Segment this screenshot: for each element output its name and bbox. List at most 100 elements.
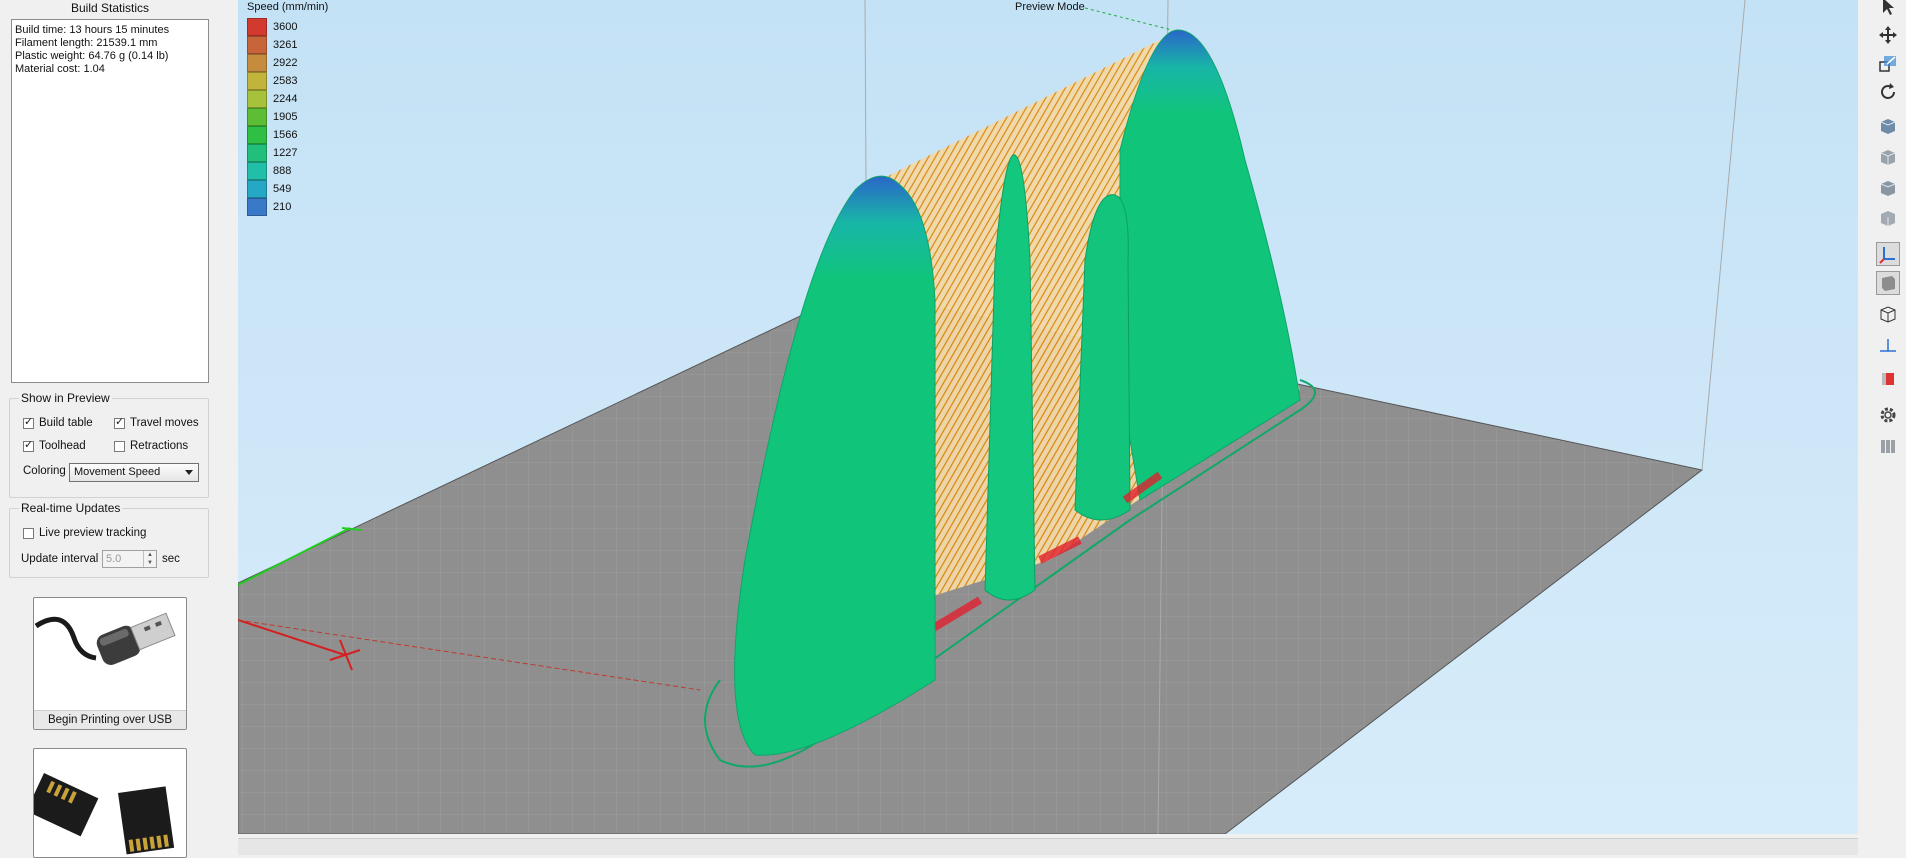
axes-icon: [1879, 247, 1895, 264]
checkbox-box[interactable]: [23, 527, 34, 539]
legend-swatch: [247, 54, 267, 72]
show-in-preview-title: Show in Preview: [19, 391, 112, 405]
columns-icon: [1881, 440, 1895, 453]
cross-section-button[interactable]: [1876, 367, 1900, 391]
legend-value: 1905: [273, 111, 298, 123]
legend-value: 1566: [273, 129, 298, 141]
legend-value: 2583: [273, 75, 298, 87]
right-toolbar: [1866, 0, 1906, 854]
update-interval-spinbox[interactable]: 5.0 ▲ ▼: [102, 550, 157, 568]
checkbox-box[interactable]: ✓: [23, 439, 34, 452]
legend-swatch: [247, 144, 267, 162]
usb-cable-icon: [34, 612, 176, 665]
legend-value: 210: [273, 201, 292, 213]
build-time-text: Build time: 13 hours 15 minutes: [15, 24, 170, 36]
update-interval-unit: sec: [162, 553, 180, 565]
speed-legend: Speed (mm/min) 3600 3261 2922 2583 2244 1905 1…: [247, 0, 328, 216]
coloring-dropdown[interactable]: Movement Speed: [69, 463, 199, 482]
legend-swatch: [247, 162, 267, 180]
update-interval-label: Update interval: [21, 553, 99, 565]
legend-row: 3261: [247, 36, 297, 54]
coloring-value: Movement Speed: [74, 466, 161, 478]
normals-button[interactable]: [1876, 333, 1900, 357]
solid-view-icon: [1882, 276, 1895, 291]
axes-toggle-button[interactable]: [1876, 242, 1900, 266]
checkbox-box[interactable]: ✓: [23, 416, 34, 429]
settings-gear-icon: [1880, 407, 1896, 423]
travel-moves-checkbox[interactable]: ✓ Travel moves: [114, 416, 199, 429]
begin-printing-usb-label: Begin Printing over USB: [34, 710, 186, 729]
rotate-tool-button[interactable]: [1876, 80, 1900, 104]
move-tool-button[interactable]: [1876, 23, 1900, 47]
scale-icon: [1879, 56, 1896, 72]
select-icon: [1883, 0, 1894, 15]
build-table-checkbox[interactable]: ✓ Build table: [23, 416, 93, 429]
legend-swatch: [247, 180, 267, 198]
legend-row: 888: [247, 162, 291, 180]
legend-swatch: [247, 18, 267, 36]
legend-value: 3600: [273, 21, 298, 33]
legend-row: 210: [247, 198, 291, 216]
left-panel: Build Statistics Build time: 13 hours 15…: [0, 0, 220, 858]
live-preview-checkbox[interactable]: Live preview tracking: [23, 527, 146, 539]
material-cost-text: Material cost: 1.04: [15, 63, 105, 75]
legend-value: 888: [273, 165, 292, 177]
legend-row: 549: [247, 180, 291, 198]
retractions-checkbox[interactable]: Retractions: [114, 440, 188, 452]
legend-row: 2922: [247, 54, 297, 72]
legend-value: 1227: [273, 147, 298, 159]
view-side-button[interactable]: [1876, 206, 1900, 230]
legend-swatch: [247, 90, 267, 108]
toolhead-label: Toolhead: [39, 440, 86, 452]
travel-moves-label: Travel moves: [130, 417, 199, 429]
update-interval-value: 5.0: [106, 553, 122, 565]
coloring-label: Coloring: [23, 465, 66, 477]
legend-row: 2244: [247, 90, 297, 108]
legend-swatch: [247, 72, 267, 90]
retractions-label: Retractions: [130, 440, 189, 452]
spin-arrows-icon[interactable]: ▲ ▼: [143, 551, 156, 567]
chevron-down-icon: [185, 470, 193, 475]
legend-swatch: [247, 198, 267, 216]
legend-value: 2922: [273, 57, 298, 69]
normals-icon: [1880, 339, 1896, 352]
rotate-icon: [1881, 83, 1895, 99]
toolhead-checkbox[interactable]: ✓ Toolhead: [23, 439, 86, 452]
legend-row: 1566: [247, 126, 297, 144]
wireframe-view-button[interactable]: [1876, 302, 1900, 326]
bottom-status-bar: [238, 838, 1858, 855]
sd-card-print-button[interactable]: [33, 748, 187, 858]
columns-button[interactable]: [1876, 434, 1900, 458]
cross-section-icon: [1882, 373, 1894, 385]
filament-length-text: Filament length: 21539.1 mm: [15, 37, 158, 49]
realtime-updates-group: Real-time Updates Live preview tracking …: [9, 501, 209, 578]
scale-tool-button[interactable]: [1876, 51, 1900, 75]
legend-row: 3600: [247, 18, 297, 36]
solid-view-button[interactable]: [1876, 271, 1900, 295]
show-in-preview-group: Show in Preview ✓ Build table ✓ Travel m…: [9, 391, 209, 498]
plastic-weight-text: Plastic weight: 64.76 g (0.14 lb): [15, 50, 169, 62]
build-statistics-box: Build time: 13 hours 15 minutes Filament…: [11, 19, 209, 383]
view-top-button[interactable]: [1876, 176, 1900, 200]
view-side-icon: [1881, 211, 1895, 226]
view-front-button[interactable]: [1876, 145, 1900, 169]
legend-value: 549: [273, 183, 292, 195]
sd-card-icon: [34, 773, 175, 855]
legend-swatch: [247, 108, 267, 126]
legend-swatch: [247, 36, 267, 54]
select-tool-button[interactable]: [1876, 0, 1900, 18]
checkbox-box[interactable]: [114, 440, 125, 452]
begin-printing-usb-button[interactable]: Begin Printing over USB: [33, 597, 187, 730]
left-fin: [734, 175, 936, 756]
wireframe-icon: [1880, 306, 1896, 323]
legend-row: 1905: [247, 108, 297, 126]
print-preview-scene: [238, 0, 1746, 834]
view-iso-button[interactable]: [1876, 114, 1900, 138]
checkbox-box[interactable]: ✓: [114, 416, 125, 429]
view-iso-icon: [1880, 119, 1896, 134]
legend-row: 1227: [247, 144, 297, 162]
realtime-updates-title: Real-time Updates: [19, 501, 123, 515]
3d-preview-viewport[interactable]: [238, 0, 1858, 834]
settings-button[interactable]: [1876, 403, 1900, 427]
live-preview-label: Live preview tracking: [39, 527, 147, 539]
